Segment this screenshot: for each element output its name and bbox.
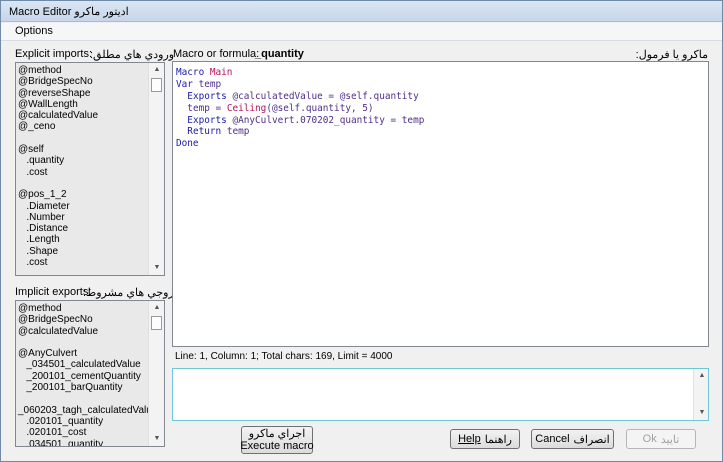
imports-items: @method @BridgeSpecNo @reverseShape @WallLe… (18, 65, 146, 268)
code-text-run: temp (221, 126, 250, 138)
list-item[interactable]: @method (18, 65, 146, 76)
list-item[interactable]: .Number (18, 212, 146, 223)
scroll-down-icon[interactable]: ▼ (149, 261, 164, 275)
scroll-up-icon[interactable]: ▲ (694, 369, 710, 383)
menu-bar: Options (1, 23, 722, 41)
execute-label-en: Execute macro (240, 440, 314, 452)
output-box[interactable]: ▲ ▼ (172, 368, 709, 421)
list-item[interactable] (18, 178, 146, 189)
status-bar: Line: 1, Column: 1; Total chars: 169, Li… (172, 348, 709, 366)
list-item[interactable]: .Diameter (18, 201, 146, 212)
scroll-down-icon[interactable]: ▼ (149, 432, 164, 446)
code-keyword: Return (187, 126, 222, 138)
code-text-run: temp = (187, 102, 227, 114)
macro-editor-window: Macro Editor ادیتور ماکرو Options Explic… (0, 0, 723, 462)
list-item[interactable]: @method (18, 303, 146, 314)
list-item[interactable] (18, 133, 146, 144)
list-item[interactable]: @WallLength (18, 99, 146, 110)
list-item[interactable]: @AnyCulvert (18, 348, 146, 359)
list-item[interactable]: .cost (18, 257, 146, 268)
exports-label-en: Implicit exports: (15, 286, 92, 298)
list-item[interactable]: @pos_1_2 (18, 189, 146, 200)
code-editor[interactable]: Macro Main Var temp Exports @calculatedV… (172, 61, 709, 347)
ok-button[interactable]: Ok تاييد (626, 429, 696, 449)
scroll-up-icon[interactable]: ▲ (149, 63, 164, 77)
scroll-down-icon[interactable]: ▼ (694, 406, 710, 420)
cancel-label-en: Cancel (535, 433, 570, 445)
imports-label-fa: ورودي هاي مطلق: (90, 49, 175, 61)
formula-label-en: Macro or formula: (173, 48, 260, 60)
imports-list[interactable]: @method @BridgeSpecNo @reverseShape @WallLe… (15, 62, 165, 276)
exports-items: @method @BridgeSpecNo @calculatedValue @Any… (18, 303, 157, 446)
code-keyword: Var (176, 78, 193, 90)
window-title: Macro Editor ادیتور ماکرو (9, 5, 129, 18)
list-item[interactable]: @calculatedValue (18, 326, 146, 337)
output-scrollbar[interactable]: ▲ ▼ (693, 369, 708, 420)
formula-name: _quantity (255, 48, 304, 60)
list-item[interactable]: @reverseShape (18, 88, 146, 99)
list-item[interactable]: _200101_barQuantity (18, 382, 146, 393)
formula-label-fa: ماكرو يا فرمول: (635, 49, 708, 61)
code-text-run: @calculatedValue = @self.quantity (226, 90, 419, 102)
scroll-thumb[interactable] (151, 78, 162, 92)
list-item[interactable] (18, 393, 146, 404)
help-button[interactable]: Help راهنما (450, 429, 520, 449)
code-function: Ceiling (226, 102, 267, 114)
execute-label-fa: اجراي ماكرو (248, 428, 306, 440)
list-item[interactable] (18, 337, 146, 348)
list-item[interactable]: .Distance (18, 223, 146, 234)
list-item[interactable]: @_ceno (18, 121, 146, 132)
imports-scrollbar[interactable]: ▲ ▼ (148, 63, 164, 275)
help-label-en: Help (458, 433, 481, 445)
imports-label-en: Explicit imports: (15, 48, 93, 60)
execute-macro-button[interactable]: اجراي ماكرو Execute macro (240, 426, 314, 454)
list-item[interactable]: @self (18, 144, 146, 155)
status-text: Line: 1, Column: 1; Total chars: 169, Li… (175, 351, 393, 362)
list-item[interactable]: _060203_tagh_calculatedValue (18, 405, 157, 416)
scroll-thumb[interactable] (151, 316, 162, 330)
cancel-button[interactable]: Cancel انصراف (531, 429, 614, 449)
list-item[interactable]: .020101_cost (18, 427, 146, 438)
list-item[interactable]: @calculatedValue (18, 110, 146, 121)
exports-scrollbar[interactable]: ▲ ▼ (148, 301, 164, 446)
list-item[interactable]: .quantity (18, 155, 146, 166)
cancel-label-fa: انصراف (573, 433, 610, 446)
code-text: Macro Main Var temp Exports @calculatedV… (176, 67, 424, 150)
list-item[interactable]: _200101_cementQuantity (18, 371, 146, 382)
code-keyword: Exports (187, 90, 227, 102)
code-text-run: temp (192, 78, 222, 90)
code-keyword: Macro (176, 67, 205, 78)
list-item[interactable]: .cost (18, 167, 146, 178)
list-item[interactable]: @BridgeSpecNo (18, 314, 146, 325)
menu-options[interactable]: Options (15, 25, 53, 37)
title-bar[interactable]: Macro Editor ادیتور ماکرو (1, 1, 722, 22)
window-title-fa: ادیتور ماکرو (74, 6, 129, 18)
list-item[interactable]: .Shape (18, 246, 146, 257)
code-keyword: Done (176, 138, 199, 150)
code-text-run: (@self.quantity, 5) (266, 102, 374, 114)
code-macro-name: Main (204, 67, 233, 78)
list-item[interactable]: .Length (18, 234, 146, 245)
list-item[interactable]: .020101_quantity (18, 416, 146, 427)
ok-label-fa: تاييد (660, 433, 680, 446)
window-title-en: Macro Editor (9, 6, 72, 18)
code-keyword: Exports (187, 114, 227, 126)
list-item[interactable]: .034501_quantity (18, 439, 146, 446)
list-item[interactable]: _034501_calculatedValue (18, 359, 146, 370)
exports-label-fa: خروجي هاي مشروط: (83, 287, 182, 299)
list-item[interactable]: @BridgeSpecNo (18, 76, 146, 87)
exports-list[interactable]: @method @BridgeSpecNo @calculatedValue @Any… (15, 300, 165, 447)
help-label-fa: راهنما (484, 433, 512, 446)
ok-label-en: Ok (642, 433, 657, 445)
code-text-run: @AnyCulvert.070202_quantity = temp (226, 114, 425, 126)
scroll-up-icon[interactable]: ▲ (149, 301, 164, 315)
